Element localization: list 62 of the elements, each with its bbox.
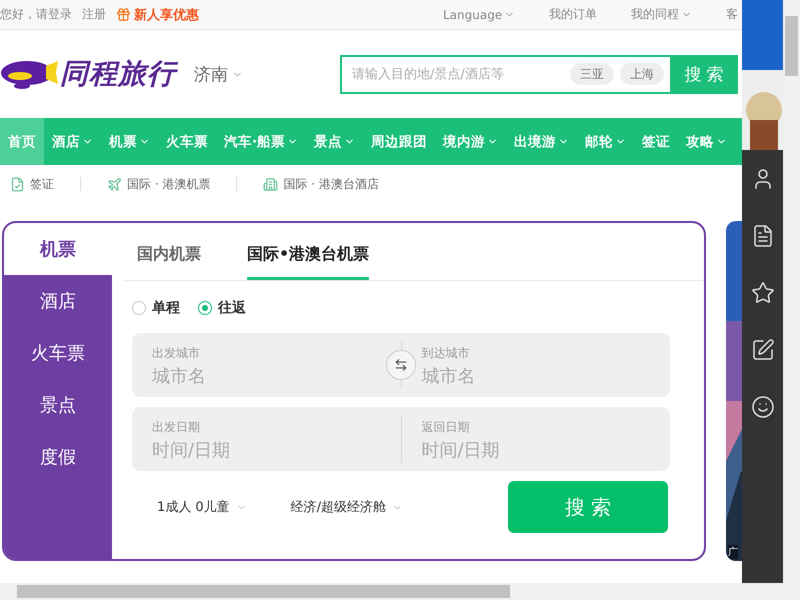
register-link[interactable]: 注册 <box>82 6 106 23</box>
gift-icon <box>116 7 131 22</box>
date-input[interactable]: 时间/日期 <box>422 440 582 461</box>
hotel-icon <box>263 176 278 192</box>
sub-nav-link[interactable]: 国际 · 港澳台酒店 <box>263 176 379 192</box>
date-input[interactable]: 时间/日期 <box>152 440 312 461</box>
nav-item[interactable]: 机票 <box>101 118 158 165</box>
promo-link[interactable]: 新人享优惠 <box>116 6 199 24</box>
nav-item[interactable]: 出境游 <box>506 118 578 165</box>
visa-icon <box>10 176 25 192</box>
field-label: 到达城市 <box>422 345 470 362</box>
horizontal-scrollbar[interactable] <box>0 583 800 600</box>
radio-icon[interactable] <box>198 301 212 315</box>
top-link[interactable]: 客 <box>726 6 738 23</box>
nav-item[interactable]: 周边跟团 <box>363 118 436 165</box>
field-label: 出发城市 <box>152 345 200 362</box>
top-link[interactable]: 我的同程 <box>631 6 692 23</box>
hot-city-chip[interactable]: 三亚 <box>570 63 614 85</box>
swap-icon <box>394 358 408 372</box>
trip-type-label: 往返 <box>218 299 246 317</box>
hot-city-chip[interactable]: 上海 <box>620 63 664 85</box>
nav-item[interactable]: 火车票 <box>158 118 216 165</box>
radio-icon[interactable] <box>132 301 146 315</box>
logo-text[interactable]: 同程旅行 <box>60 55 176 93</box>
search-button[interactable]: 搜 索 <box>508 481 668 533</box>
login-link[interactable]: 您好，请登录 <box>0 6 72 23</box>
city-input[interactable]: 城市名 <box>422 366 582 387</box>
nav-item[interactable]: 签证 <box>634 118 678 165</box>
flight-tab[interactable]: 国内机票 <box>137 244 201 280</box>
top-link[interactable]: 我的订单 <box>549 6 598 23</box>
passenger-dropdown[interactable]: 1成人 0儿童 <box>157 498 247 516</box>
cabin-dropdown[interactable]: 经济/超级经济舱 <box>290 498 404 516</box>
category-tab[interactable]: 机票 <box>4 223 112 275</box>
nav-item[interactable]: 境内游 <box>435 118 506 165</box>
search-field[interactable]: 请输入目的地/景点/酒店等 三亚 上海 搜 索 <box>340 54 738 94</box>
nav-item[interactable]: 酒店 <box>44 118 101 165</box>
nav-item[interactable]: 汽车·船票 <box>216 118 306 165</box>
category-tab[interactable]: 度假 <box>4 431 112 483</box>
sub-nav-link[interactable]: 签证 <box>10 176 54 192</box>
trip-type-option[interactable]: 往返 <box>198 299 246 317</box>
sub-nav-link[interactable]: 国际 · 港澳机票 <box>107 176 210 192</box>
trip-type-label: 单程 <box>152 299 180 317</box>
city-selector[interactable]: 济南 <box>194 62 243 86</box>
city-input[interactable]: 城市名 <box>152 366 312 387</box>
category-tab[interactable]: 酒店 <box>4 275 112 327</box>
nav-item[interactable]: 首页 <box>0 118 44 165</box>
flight-tab[interactable]: 国际•港澳台机票 <box>247 244 370 280</box>
field-label: 出发日期 <box>152 419 200 436</box>
swap-button[interactable] <box>386 350 416 380</box>
trip-type-option[interactable]: 单程 <box>132 299 180 317</box>
category-tab[interactable]: 景点 <box>4 379 112 431</box>
ad-label: 广 <box>728 545 738 559</box>
plane-icon <box>107 176 122 192</box>
vertical-scrollbar[interactable] <box>783 0 800 583</box>
nav-item[interactable]: 邮轮 <box>577 118 634 165</box>
search-button[interactable]: 搜 索 <box>670 54 738 94</box>
category-tab[interactable]: 火车票 <box>4 327 112 379</box>
nav-item[interactable]: 景点 <box>306 118 364 165</box>
nav-item[interactable]: 攻略 <box>678 118 736 165</box>
field-label: 返回日期 <box>422 419 470 436</box>
blimp-icon <box>0 58 60 90</box>
top-link[interactable]: Language <box>443 6 516 23</box>
